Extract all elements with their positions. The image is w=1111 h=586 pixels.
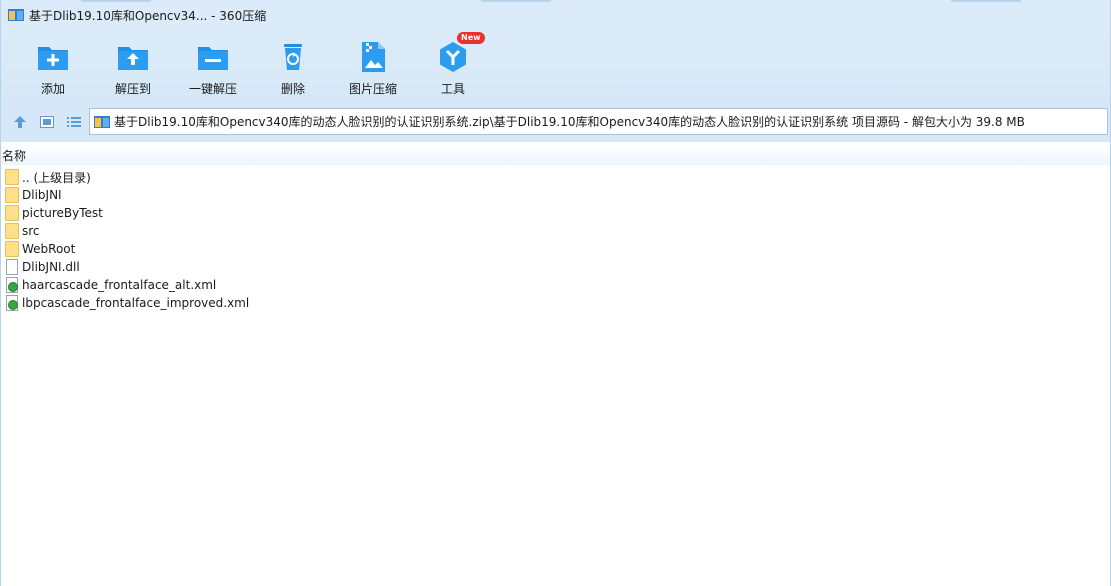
new-badge: New xyxy=(457,32,485,44)
extract-to-icon xyxy=(116,40,150,74)
title-glow xyxy=(951,0,1021,3)
item-name: DlibJNI xyxy=(22,188,62,202)
list-item[interactable]: .. (上级目录) xyxy=(1,168,1110,186)
item-name: DlibJNI.dll xyxy=(22,260,80,274)
one-click-extract-label: 一键解压 xyxy=(188,82,237,96)
thumbnail-view-button[interactable] xyxy=(35,110,59,134)
extract-to-button[interactable]: 解压到 xyxy=(93,30,173,98)
file-icon xyxy=(5,259,19,275)
title-bar[interactable]: 基于Dlib19.10库和Opencv34... - 360压缩 xyxy=(1,0,1110,30)
extract-to-label: 解压到 xyxy=(114,82,151,96)
delete-label: 删除 xyxy=(280,82,305,96)
image-compress-label: 图片压缩 xyxy=(348,82,397,96)
item-name: src xyxy=(22,224,40,238)
folder-icon xyxy=(5,223,19,239)
list-item[interactable]: lbpcascade_frontalface_improved.xml xyxy=(1,294,1110,312)
xml-file-icon xyxy=(5,277,19,293)
archive-icon xyxy=(94,115,110,128)
list-item[interactable]: DlibJNI xyxy=(1,186,1110,204)
file-list: .. (上级目录) DlibJNI pictureByTest src WebR… xyxy=(1,168,1110,312)
tools-icon xyxy=(436,40,470,74)
thumbnail-view-icon xyxy=(40,116,54,128)
list-item[interactable]: DlibJNI.dll xyxy=(1,258,1110,276)
address-bar[interactable]: 基于Dlib19.10库和Opencv340库的动态人脸识别的认证识别系统.zi… xyxy=(89,108,1108,135)
up-level-button[interactable] xyxy=(8,110,32,134)
title-glow xyxy=(481,0,551,3)
add-button[interactable]: 添加 xyxy=(13,30,93,98)
tools-button[interactable]: New 工具 xyxy=(413,30,493,98)
list-view-button[interactable] xyxy=(62,110,86,134)
item-name: pictureByTest xyxy=(22,206,103,220)
arrow-up-icon xyxy=(14,116,26,128)
app-window: 基于Dlib19.10库和Opencv34... - 360压缩 添加 解压到 … xyxy=(0,0,1111,586)
list-view-icon xyxy=(67,117,81,127)
item-name: lbpcascade_frontalface_improved.xml xyxy=(22,296,250,310)
image-compress-icon xyxy=(356,40,390,74)
list-item[interactable]: src xyxy=(1,222,1110,240)
add-label: 添加 xyxy=(40,82,65,96)
folder-icon xyxy=(5,169,19,185)
window-title: 基于Dlib19.10库和Opencv34... - 360压缩 xyxy=(29,8,267,23)
tools-label: 工具 xyxy=(440,82,465,96)
one-click-extract-icon xyxy=(196,40,230,74)
item-name: WebRoot xyxy=(22,242,76,256)
list-item[interactable]: WebRoot xyxy=(1,240,1110,258)
address-path: 基于Dlib19.10库和Opencv340库的动态人脸识别的认证识别系统.zi… xyxy=(114,115,1025,129)
column-header-label: 名称 xyxy=(2,148,27,163)
title-glow xyxy=(81,0,151,3)
recycle-bin-icon xyxy=(276,40,310,74)
folder-icon xyxy=(5,241,19,257)
add-folder-icon xyxy=(36,40,70,74)
item-name: haarcascade_frontalface_alt.xml xyxy=(22,278,217,292)
delete-button[interactable]: 删除 xyxy=(253,30,333,98)
column-header-name[interactable]: 名称 xyxy=(1,145,1110,165)
item-name: .. (上级目录) xyxy=(22,170,91,185)
navigation-bar: 基于Dlib19.10库和Opencv340库的动态人脸识别的认证识别系统.zi… xyxy=(1,102,1110,142)
list-item[interactable]: haarcascade_frontalface_alt.xml xyxy=(1,276,1110,294)
folder-icon xyxy=(5,205,19,221)
one-click-extract-button[interactable]: 一键解压 xyxy=(173,30,253,98)
list-item[interactable]: pictureByTest xyxy=(1,204,1110,222)
xml-file-icon xyxy=(5,295,19,311)
main-toolbar: 添加 解压到 一键解压 删除 图片压缩 New 工具 xyxy=(1,30,1110,102)
folder-icon xyxy=(5,187,19,203)
image-compress-button[interactable]: 图片压缩 xyxy=(333,30,413,98)
archive-app-icon xyxy=(8,8,24,22)
